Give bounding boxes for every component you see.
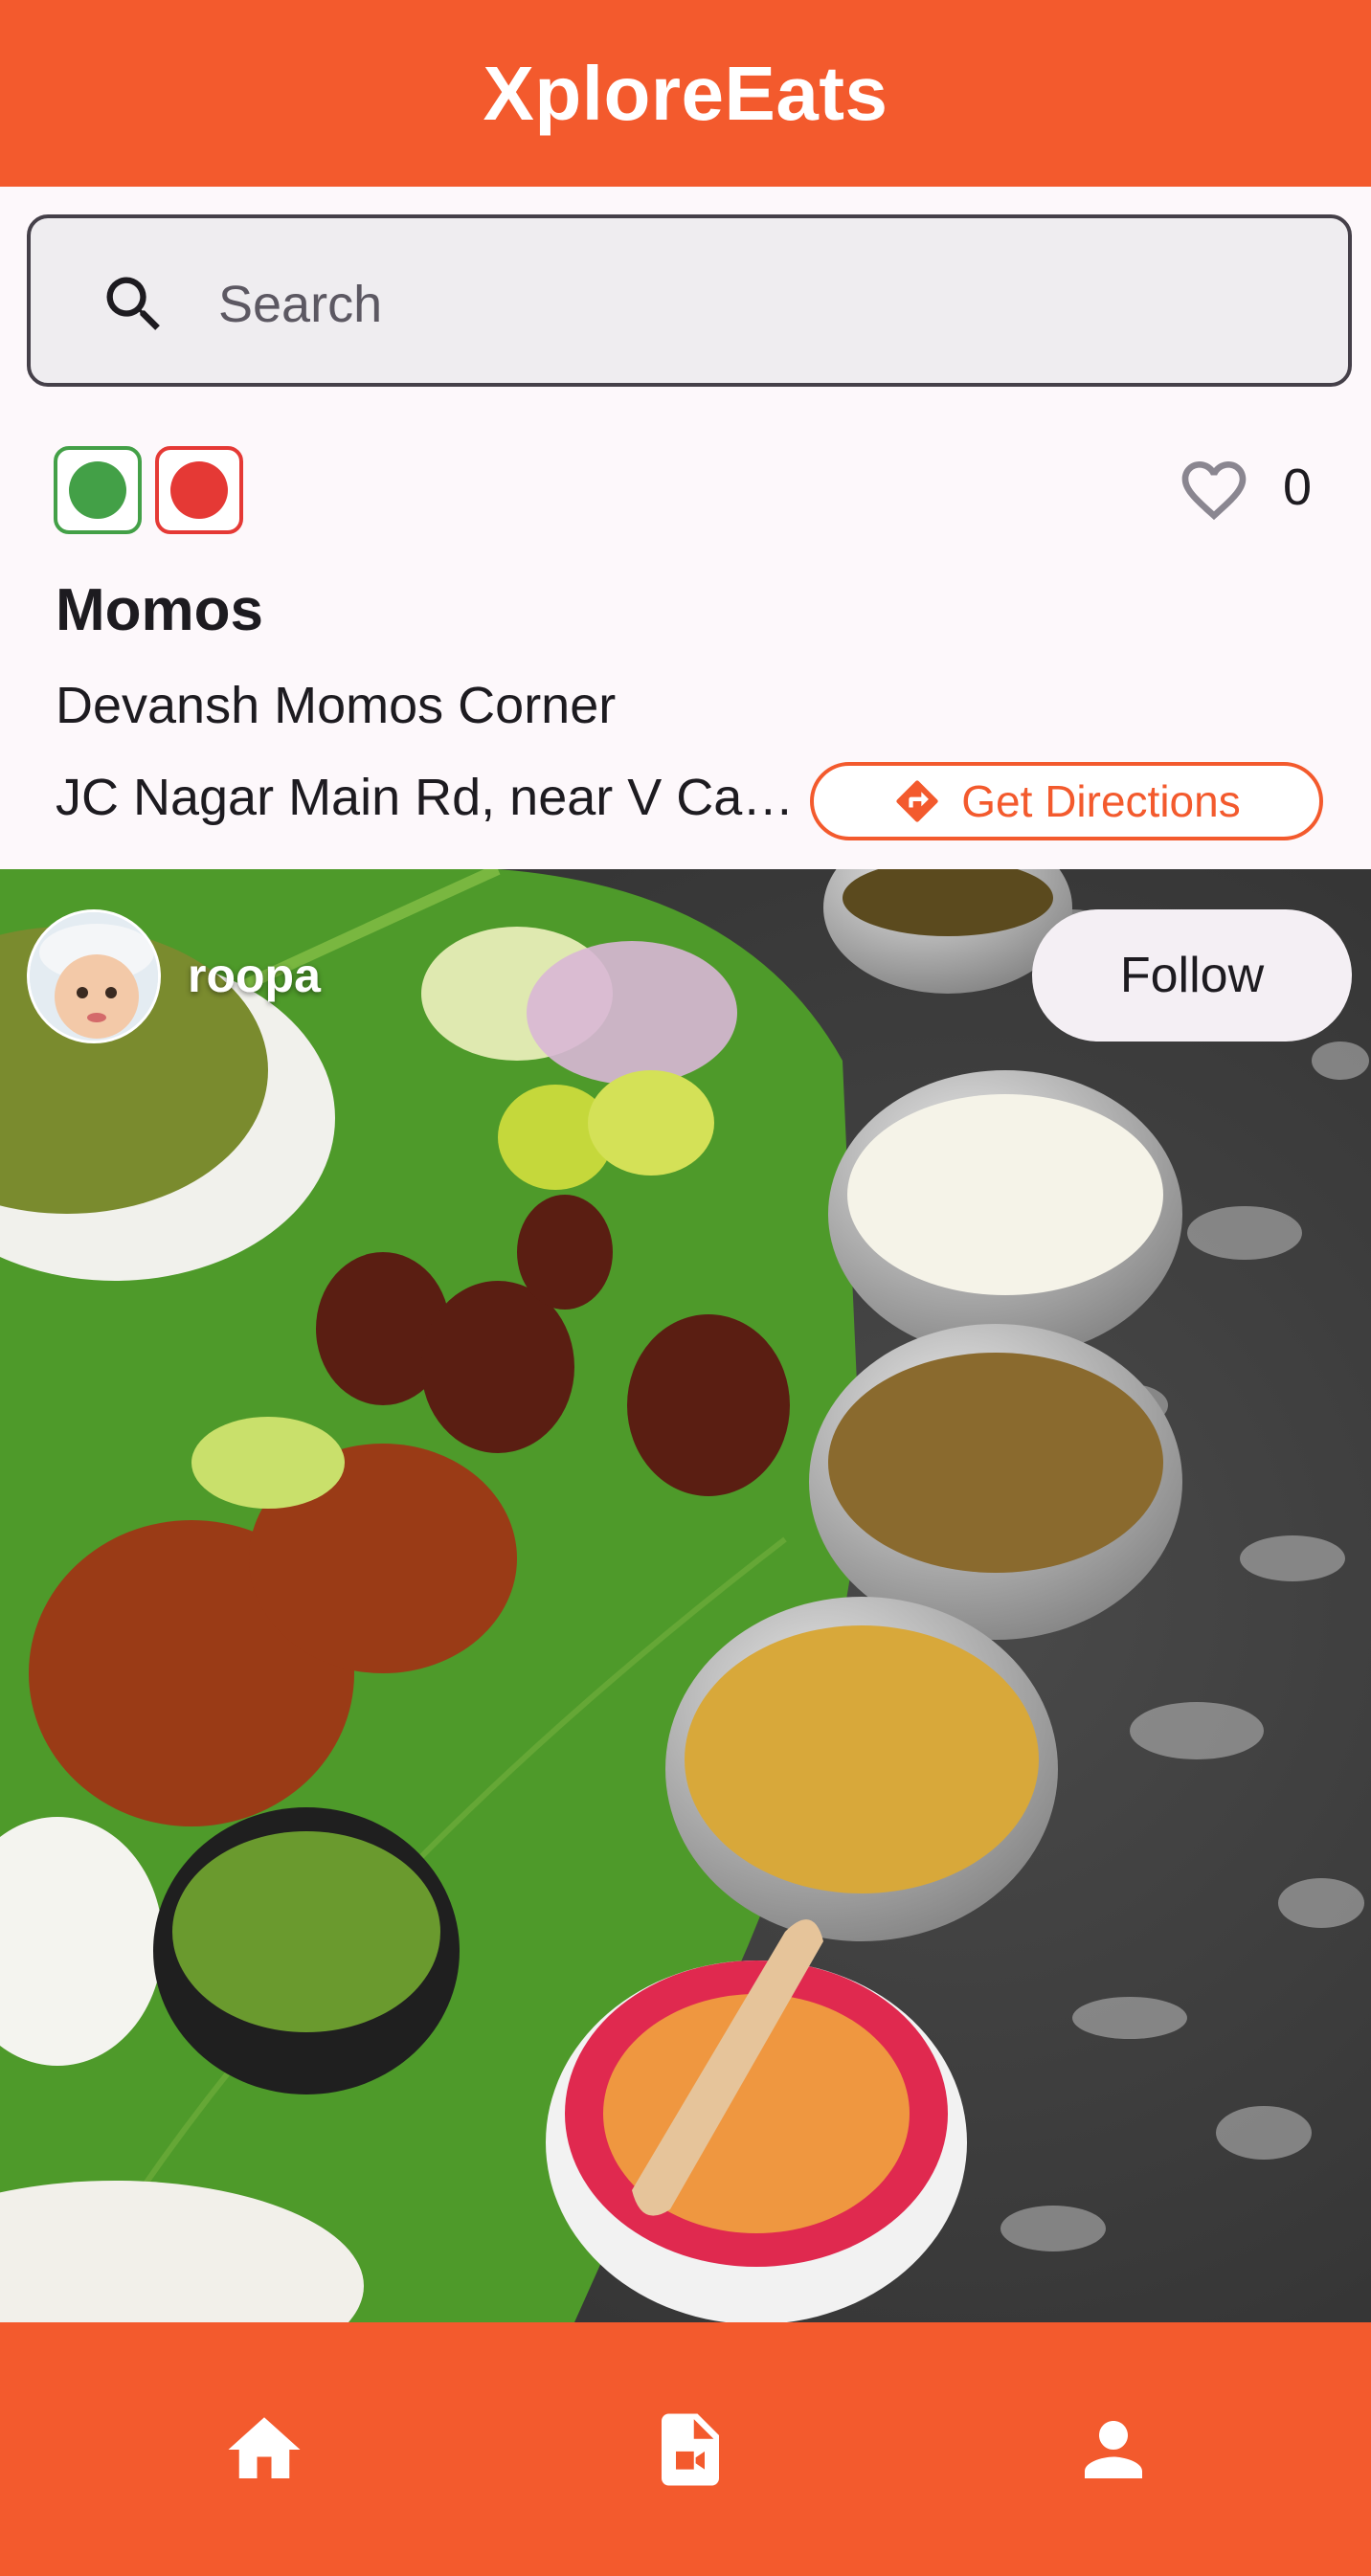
heart-icon[interactable] (1176, 452, 1252, 528)
search-input[interactable] (218, 247, 1319, 362)
restaurant-name: Devansh Momos Corner (56, 677, 617, 734)
food-photo (0, 869, 1371, 2322)
non-veg-indicator (155, 446, 243, 534)
like-count: 0 (1283, 459, 1313, 516)
get-directions-label: Get Directions (961, 776, 1241, 826)
home-icon[interactable] (221, 2407, 307, 2493)
app-bar: XploreEats (0, 0, 1371, 187)
veg-indicator (54, 446, 142, 534)
follow-button[interactable]: Follow (1032, 909, 1352, 1042)
directions-icon (896, 780, 938, 822)
person-icon[interactable] (1070, 2407, 1157, 2493)
address: JC Nagar Main Rd, near V Cauvery (56, 769, 802, 826)
search-bar[interactable] (27, 214, 1352, 387)
search-icon (106, 277, 160, 330)
bottom-nav (0, 2322, 1371, 2576)
app-title: XploreEats (483, 50, 888, 136)
avatar-image (30, 912, 158, 1041)
get-directions-button[interactable]: Get Directions (810, 762, 1323, 840)
username[interactable]: roopa (188, 948, 321, 1003)
non-veg-dot (170, 461, 228, 519)
veg-dot (69, 461, 126, 519)
video-file-icon[interactable] (647, 2407, 733, 2493)
post-media[interactable] (0, 869, 1371, 2322)
item-name: Momos (56, 577, 263, 643)
avatar[interactable] (27, 909, 161, 1043)
